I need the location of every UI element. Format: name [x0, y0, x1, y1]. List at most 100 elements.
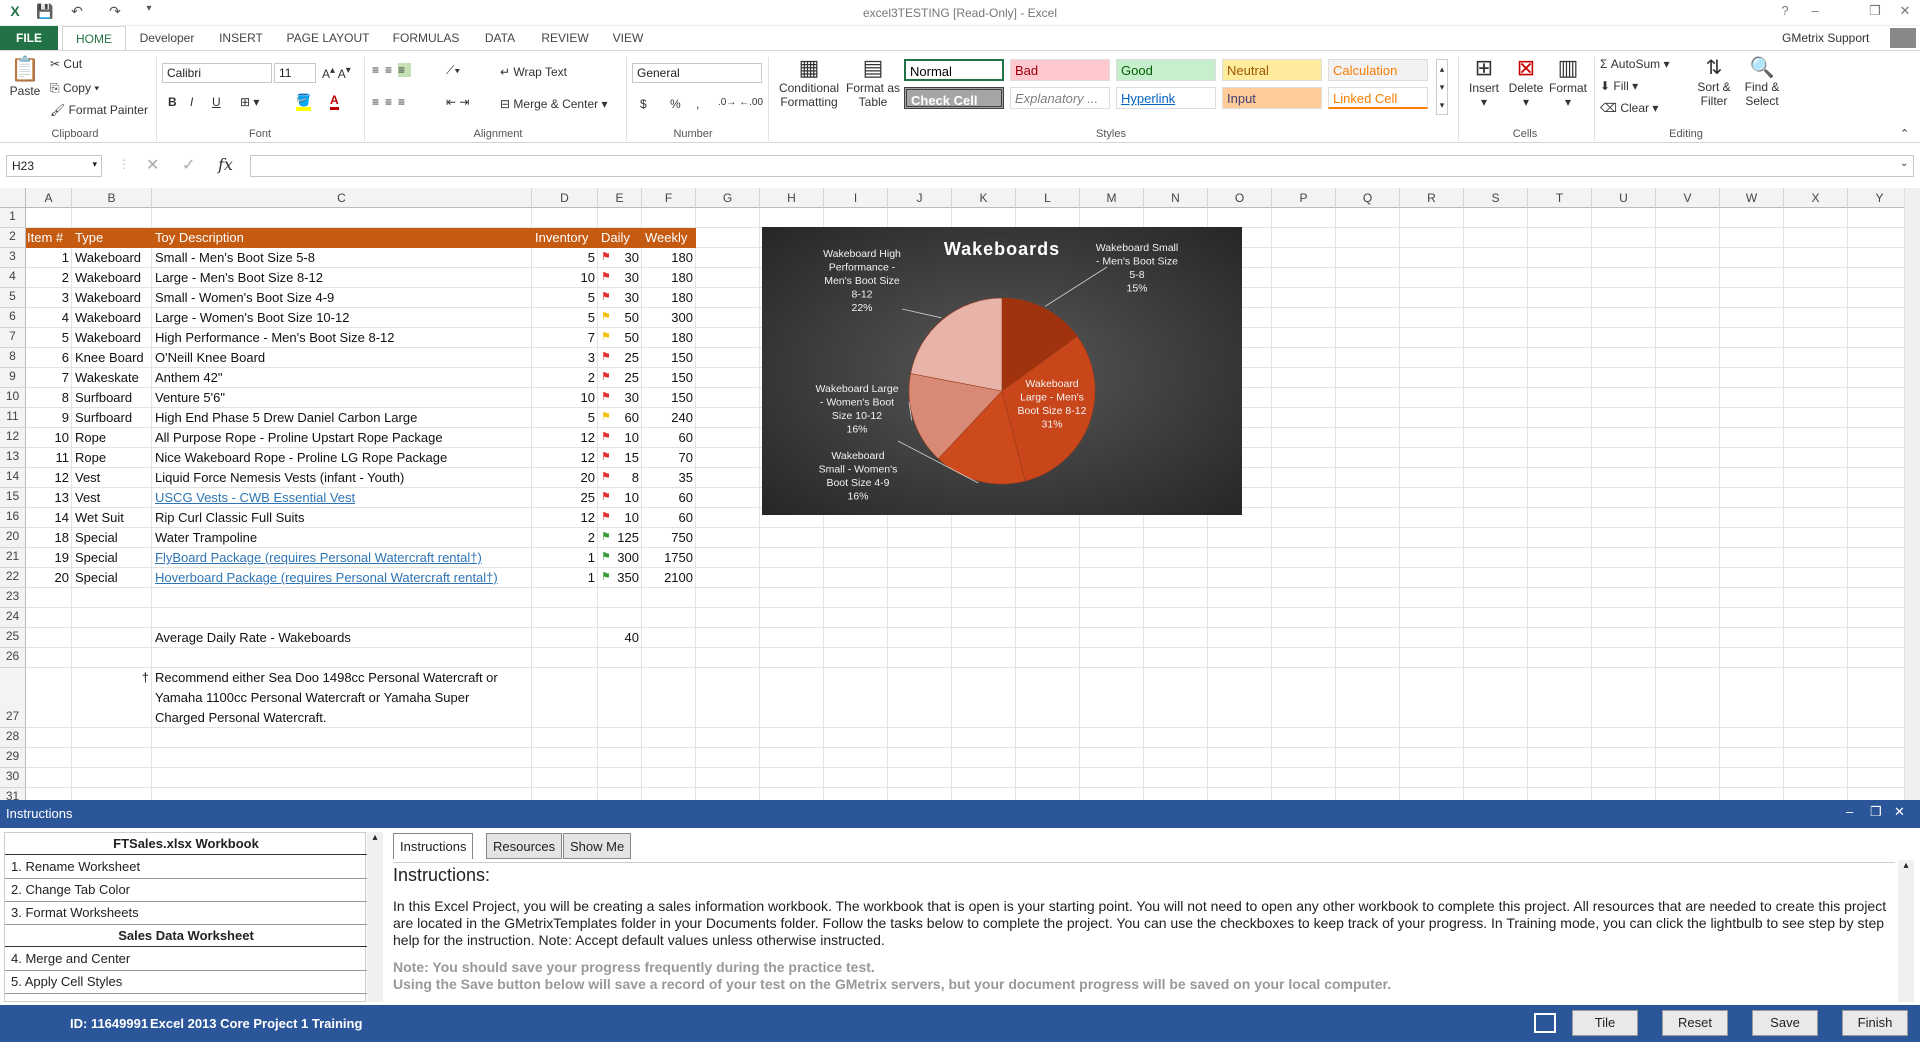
select-all-corner[interactable]	[0, 188, 26, 208]
find-select-button[interactable]: 🔍 Find & Select	[1740, 55, 1784, 108]
decimal-icons[interactable]: .0→ ←.00	[718, 97, 763, 108]
task-item[interactable]: 5. Apply Cell Styles	[5, 971, 367, 994]
column-header[interactable]: B	[72, 188, 152, 208]
row-header[interactable]: 1	[0, 208, 26, 228]
format-as-table-button[interactable]: ▤ Format as Table	[846, 55, 900, 109]
cell-style-calculation[interactable]: Calculation	[1328, 59, 1428, 81]
row-header[interactable]: 25	[0, 628, 26, 648]
tile-icon[interactable]	[1534, 1013, 1556, 1033]
bold-button[interactable]: B	[168, 95, 177, 109]
column-header[interactable]: P	[1272, 188, 1336, 208]
row-header[interactable]: 29	[0, 748, 26, 768]
column-header[interactable]: G	[696, 188, 760, 208]
row-header[interactable]: 23	[0, 588, 26, 608]
italic-button[interactable]: I	[190, 95, 193, 109]
task-item[interactable]: 4. Merge and Center	[5, 948, 367, 971]
finish-button[interactable]: Finish	[1842, 1010, 1908, 1036]
column-header[interactable]: Y	[1848, 188, 1912, 208]
vertical-align-icons[interactable]: ≡≡≡	[372, 63, 412, 77]
row-header[interactable]: 24	[0, 608, 26, 628]
wrap-text-button[interactable]: ↵ Wrap Text	[500, 65, 567, 79]
instructions-scrollbar[interactable]: ▴	[1898, 860, 1914, 1002]
row-header[interactable]: 31	[0, 788, 26, 800]
avatar[interactable]	[1890, 28, 1916, 48]
row-header[interactable]: 5	[0, 288, 26, 308]
column-header[interactable]: U	[1592, 188, 1656, 208]
cancel-icon[interactable]: ✕	[146, 155, 159, 175]
column-header[interactable]: J	[888, 188, 952, 208]
expand-formula-icon[interactable]: ⌄	[1900, 158, 1908, 169]
row-header[interactable]: 15	[0, 488, 26, 508]
fill-color-icon[interactable]: 🪣	[296, 93, 311, 111]
pie-chart[interactable]: Wakeboards Wakeboard Small - Men's Boot S…	[762, 227, 1242, 515]
task-item[interactable]: 1. Rename Worksheet	[5, 856, 367, 879]
name-box[interactable]: H23 ▾	[6, 155, 102, 177]
row-header[interactable]: 27	[0, 668, 26, 728]
row-header[interactable]: 21	[0, 548, 26, 568]
row-header[interactable]: 20	[0, 528, 26, 548]
tab-formulas[interactable]: FORMULAS	[386, 26, 466, 50]
row-header[interactable]: 11	[0, 408, 26, 428]
row-header[interactable]: 14	[0, 468, 26, 488]
currency-button[interactable]: $	[640, 97, 647, 111]
tab-file[interactable]: FILE	[0, 26, 58, 50]
copy-button[interactable]: ⎘ Copy ▾	[50, 81, 99, 96]
cell-style-good[interactable]: Good	[1116, 59, 1216, 81]
font-name-select[interactable]: Calibri	[162, 63, 272, 83]
collapse-ribbon-icon[interactable]: ⌃	[1900, 127, 1909, 140]
insert-function-icon[interactable]: fx	[218, 155, 233, 174]
tab-review[interactable]: REVIEW	[534, 26, 596, 50]
column-header[interactable]: T	[1528, 188, 1592, 208]
column-header[interactable]: D	[532, 188, 598, 208]
grow-font-icon[interactable]: A▴ A▾	[322, 65, 351, 81]
tab-insert[interactable]: INSERT	[212, 26, 270, 50]
save-button[interactable]: Save	[1752, 1010, 1818, 1036]
tab-home[interactable]: HOME	[62, 26, 126, 50]
autosum-button[interactable]: Σ AutoSum ▾	[1600, 57, 1669, 71]
column-header[interactable]: C	[152, 188, 532, 208]
maximize-pane-icon[interactable]: ❐	[1870, 804, 1882, 820]
tab-developer[interactable]: Developer	[134, 26, 200, 50]
cell-style-neutral[interactable]: Neutral	[1222, 59, 1322, 81]
column-header[interactable]: R	[1400, 188, 1464, 208]
column-header[interactable]: S	[1464, 188, 1528, 208]
delete-cells-button[interactable]: ⊠ Delete ▾	[1506, 55, 1546, 109]
font-size-select[interactable]: 11	[274, 63, 316, 83]
tab-show-me[interactable]: Show Me	[563, 833, 632, 859]
tile-button[interactable]: Tile	[1572, 1010, 1638, 1036]
horizontal-align-icons[interactable]: ≡≡≡	[372, 95, 411, 109]
worksheet-grid[interactable]: ABCDEFGHIJKLMNOPQRSTUVWXY 1 2 3 4 5 6 7 8 9 10 11 1…	[0, 188, 1920, 800]
column-header[interactable]: L	[1016, 188, 1080, 208]
tab-instructions[interactable]: Instructions	[393, 833, 474, 859]
enter-icon[interactable]: ✓	[182, 155, 195, 175]
borders-icon[interactable]: ⊞ ▾	[240, 95, 259, 109]
row-header[interactable]: 6	[0, 308, 26, 328]
tab-view[interactable]: VIEW	[606, 26, 650, 50]
column-header[interactable]: N	[1144, 188, 1208, 208]
minimize-pane-icon[interactable]: –	[1846, 804, 1853, 819]
cell-style-normal[interactable]: Normal	[904, 59, 1004, 81]
row-header[interactable]: 2	[0, 228, 26, 248]
column-header[interactable]: M	[1080, 188, 1144, 208]
row-header[interactable]: 28	[0, 728, 26, 748]
column-header[interactable]: Q	[1336, 188, 1400, 208]
row-header[interactable]: 26	[0, 648, 26, 668]
conditional-formatting-button[interactable]: ▦ Conditional Formatting	[774, 55, 844, 109]
cell-style-check-cell[interactable]: Check Cell	[904, 87, 1004, 109]
column-header[interactable]: K	[952, 188, 1016, 208]
row-header[interactable]: 3	[0, 248, 26, 268]
toy-description[interactable]: USCG Vests - CWB Essential Vest	[155, 490, 529, 508]
column-header[interactable]: H	[760, 188, 824, 208]
insert-cells-button[interactable]: ⊞ Insert ▾	[1464, 55, 1504, 109]
row-header[interactable]: 7	[0, 328, 26, 348]
font-color-icon[interactable]: A	[330, 93, 339, 110]
tab-page-layout[interactable]: PAGE LAYOUT	[282, 26, 374, 50]
cell-style-input[interactable]: Input	[1222, 87, 1322, 109]
minimize-button[interactable]: –	[1802, 3, 1828, 23]
row-header[interactable]: 8	[0, 348, 26, 368]
user-name[interactable]: GMetrix Support	[1782, 31, 1869, 45]
close-pane-icon[interactable]: ✕	[1894, 804, 1905, 820]
indent-icons[interactable]: ⇤ ⇥	[446, 95, 469, 109]
toy-description[interactable]: Hoverboard Package (requires Personal Wa…	[155, 570, 529, 588]
column-header[interactable]: F	[642, 188, 696, 208]
